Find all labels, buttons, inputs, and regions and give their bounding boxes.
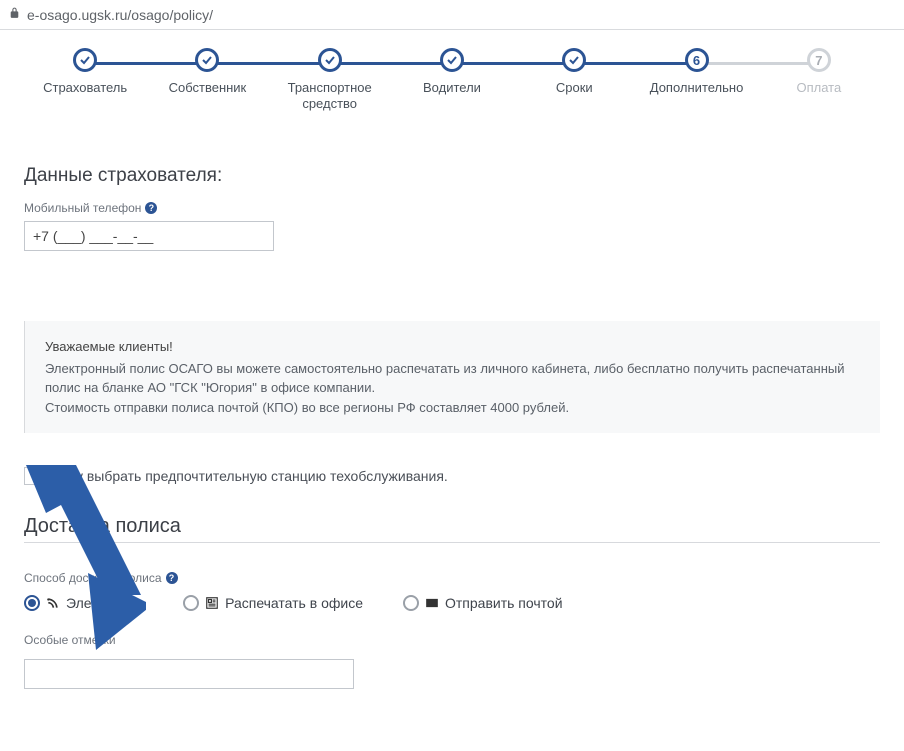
delivery-option[interactable]: Электронно bbox=[24, 595, 143, 611]
delivery-option[interactable]: Отправить почтой bbox=[403, 595, 563, 611]
notes-label: Особые отметки bbox=[24, 633, 880, 647]
step-1[interactable]: Страхователь bbox=[24, 48, 146, 96]
step-number: 6 bbox=[685, 48, 709, 72]
check-icon bbox=[440, 48, 464, 72]
step-label: Собственник bbox=[169, 80, 247, 96]
rss-icon bbox=[46, 596, 60, 610]
envelope-icon bbox=[425, 596, 439, 610]
delivery-options: Электронно Распечатать в офисе Отправить п… bbox=[24, 595, 880, 611]
info-notice: Уважаемые клиенты! Электронный полис ОСА… bbox=[24, 321, 880, 433]
radio-icon bbox=[183, 595, 199, 611]
phone-label-row: Мобильный телефон ? bbox=[24, 201, 880, 215]
checkbox-label: Хочу выбрать предпочтительную станцию те… bbox=[52, 468, 448, 484]
step-2[interactable]: Собственник bbox=[146, 48, 268, 96]
section-heading: Данные страхователя: bbox=[24, 165, 880, 187]
checkbox-icon[interactable] bbox=[24, 467, 42, 485]
notice-title: Уважаемые клиенты! bbox=[45, 337, 860, 357]
step-3[interactable]: Транспортное средство bbox=[269, 48, 391, 111]
step-connector bbox=[85, 62, 207, 65]
step-label: Водители bbox=[423, 80, 481, 96]
lock-icon bbox=[8, 6, 27, 23]
document-icon bbox=[205, 596, 219, 610]
notes-input[interactable] bbox=[24, 659, 354, 689]
step-label: Оплата bbox=[796, 80, 841, 96]
help-icon[interactable]: ? bbox=[166, 572, 178, 584]
step-6[interactable]: 6 Дополнительно bbox=[635, 48, 757, 96]
check-icon bbox=[318, 48, 342, 72]
step-connector bbox=[207, 62, 329, 65]
delivery-option[interactable]: Распечатать в офисе bbox=[183, 595, 363, 611]
step-number: 7 bbox=[807, 48, 831, 72]
step-label: Страхователь bbox=[43, 80, 127, 96]
option-label: Распечатать в офисе bbox=[225, 595, 363, 611]
phone-input[interactable] bbox=[24, 221, 274, 251]
help-icon[interactable]: ? bbox=[145, 202, 157, 214]
notice-line: Стоимость отправки полиса почтой (КПО) в… bbox=[45, 398, 860, 418]
radio-icon bbox=[403, 595, 419, 611]
step-label: Дополнительно bbox=[650, 80, 744, 96]
delivery-method-label-row: Способ доставки полиса ? bbox=[24, 571, 880, 585]
option-label: Электронно bbox=[66, 595, 143, 611]
service-station-checkbox-row[interactable]: Хочу выбрать предпочтительную станцию те… bbox=[24, 467, 880, 485]
progress-stepper: Страхователь Собственник Транспортное сред… bbox=[24, 30, 880, 125]
step-connector bbox=[574, 62, 696, 65]
phone-label: Мобильный телефон bbox=[24, 201, 141, 215]
section-heading: Доставка полиса bbox=[24, 515, 880, 538]
step-connector bbox=[697, 62, 819, 65]
step-label: Сроки bbox=[556, 80, 593, 96]
address-bar[interactable]: e-osago.ugsk.ru/osago/policy/ bbox=[0, 0, 904, 30]
step-5[interactable]: Сроки bbox=[513, 48, 635, 96]
check-icon bbox=[73, 48, 97, 72]
url-path: /osago/policy/ bbox=[127, 7, 213, 23]
step-connector bbox=[330, 62, 452, 65]
radio-icon bbox=[24, 595, 40, 611]
step-label: Транспортное средство bbox=[288, 80, 372, 111]
check-icon bbox=[195, 48, 219, 72]
step-7[interactable]: 7 Оплата bbox=[758, 48, 880, 96]
insurer-section: Данные страхователя: Мобильный телефон ? bbox=[24, 165, 880, 251]
step-4[interactable]: Водители bbox=[391, 48, 513, 96]
url-host: e-osago.ugsk.ru bbox=[27, 7, 127, 23]
check-icon bbox=[562, 48, 586, 72]
option-label: Отправить почтой bbox=[445, 595, 563, 611]
delivery-method-label: Способ доставки полиса bbox=[24, 571, 162, 585]
delivery-section: Доставка полиса Способ доставки полиса ?… bbox=[24, 515, 880, 689]
step-connector bbox=[452, 62, 574, 65]
notice-line: Электронный полис ОСАГО вы можете самост… bbox=[45, 359, 860, 398]
